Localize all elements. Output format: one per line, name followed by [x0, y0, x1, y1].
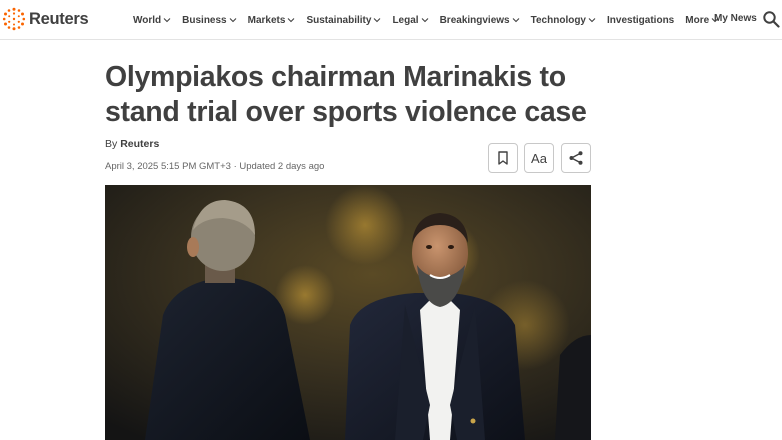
nav-item-technology[interactable]: Technology: [531, 15, 596, 26]
chevron-down-icon: [512, 18, 520, 23]
nav-item-label: Markets: [247, 14, 286, 26]
chevron-down-icon: [374, 18, 381, 23]
share-button[interactable]: [561, 143, 591, 173]
nav-item-label: Business: [182, 14, 227, 26]
chevron-down-icon: [288, 18, 295, 23]
nav-item-label: Breakingviews: [439, 14, 510, 26]
share-icon: [569, 151, 583, 165]
nav-item-investigations[interactable]: Investigations: [607, 15, 674, 26]
nav-item-breakingviews[interactable]: Breakingviews: [440, 15, 520, 26]
chevron-down-icon: [229, 18, 237, 23]
nav-item-label: World: [133, 14, 162, 26]
reuters-logo-icon: [2, 7, 26, 31]
chevron-down-icon: [588, 18, 596, 23]
text-size-button[interactable]: Aa: [524, 143, 554, 173]
article-hero-image: [105, 185, 591, 440]
byline: By Reuters: [105, 138, 159, 150]
bookmark-icon: [498, 151, 508, 165]
article-headline: Olympiakos chairman Marinakis to stand t…: [105, 61, 587, 128]
nav-item-label: Legal: [392, 14, 419, 26]
photo-two-men-stadium: [105, 185, 591, 440]
search-icon[interactable]: [762, 10, 780, 28]
my-news-link[interactable]: My News: [714, 13, 757, 24]
reuters-logo[interactable]: Reuters: [2, 6, 89, 32]
byline-prefix: By: [105, 138, 118, 150]
byline-author[interactable]: Reuters: [120, 138, 159, 150]
nav-item-legal[interactable]: Legal: [392, 15, 428, 26]
bookmark-button[interactable]: [488, 143, 518, 173]
chevron-down-icon: [421, 18, 428, 23]
logo-wordmark: Reuters: [29, 9, 89, 28]
nav-item-label: More: [685, 14, 710, 26]
article-dateline: April 3, 2025 5:15 PM GMT+3 · Updated 2 …: [105, 161, 325, 172]
nav-item-world[interactable]: World: [133, 15, 171, 26]
nav-item-label: Sustainability: [306, 14, 372, 26]
text-size-label: Aa: [531, 150, 547, 166]
nav-item-label: Investigations: [607, 14, 675, 26]
nav-item-business[interactable]: Business: [182, 14, 237, 26]
top-navigation: Reuters World Business Markets Sustainab…: [0, 0, 782, 40]
nav-item-markets[interactable]: Markets: [248, 15, 296, 26]
nav-item-label: Technology: [530, 14, 586, 26]
nav-item-sustainability[interactable]: Sustainability: [306, 15, 381, 26]
main-nav: World Business Markets Sustainability Le…: [133, 0, 730, 40]
chevron-down-icon: [163, 18, 171, 23]
